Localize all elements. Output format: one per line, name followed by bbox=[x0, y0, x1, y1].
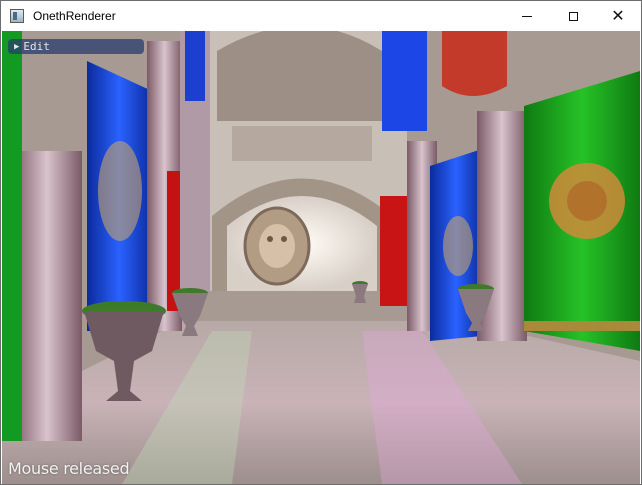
app-icon bbox=[10, 9, 24, 23]
edit-menu[interactable]: ▶ Edit bbox=[8, 39, 144, 54]
rendered-scene bbox=[2, 31, 640, 484]
edit-label[interactable]: Edit bbox=[23, 40, 50, 53]
window-title: OnethRenderer bbox=[33, 9, 116, 23]
render-viewport[interactable]: ▶ Edit Mouse released bbox=[2, 31, 640, 484]
app-window: OnethRenderer ✕ ▶ Edit Mouse released bbox=[0, 0, 642, 485]
title-bar[interactable]: OnethRenderer ✕ bbox=[1, 1, 641, 31]
status-text: Mouse released bbox=[8, 459, 130, 478]
maximize-button[interactable] bbox=[550, 1, 596, 31]
minimize-icon bbox=[522, 15, 532, 17]
close-icon: ✕ bbox=[611, 6, 625, 25]
maximize-icon bbox=[568, 11, 578, 21]
close-button[interactable]: ✕ bbox=[595, 1, 641, 31]
expand-arrow-icon[interactable]: ▶ bbox=[14, 42, 19, 52]
minimize-button[interactable] bbox=[504, 1, 550, 31]
